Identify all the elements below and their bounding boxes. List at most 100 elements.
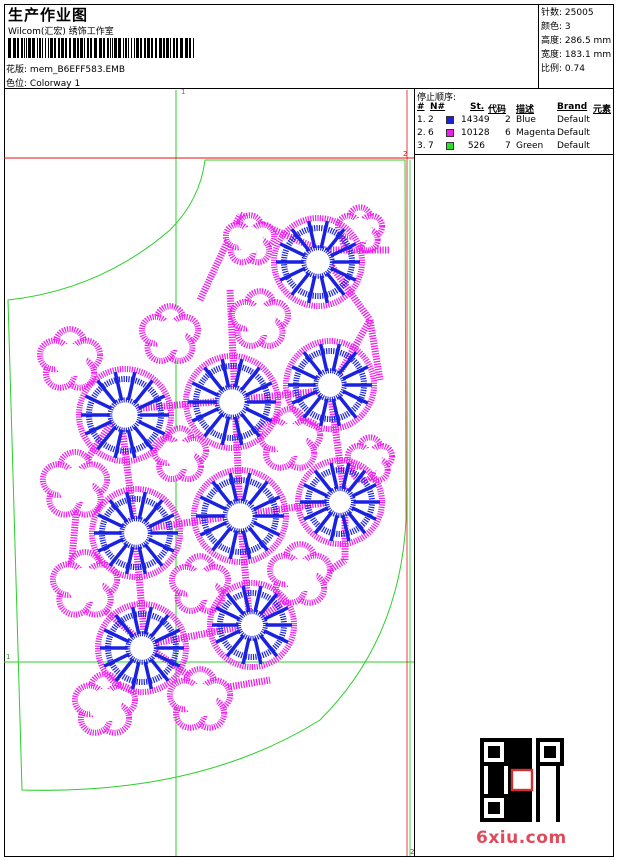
qr-module [556,786,560,790]
qr-module [556,798,560,802]
qr-module [536,778,540,782]
medallion-spoke [319,275,330,304]
qr-module [528,810,532,814]
medallion-spoke [191,406,220,423]
qr-module [480,774,484,778]
flower-center [244,304,276,336]
qr-module [516,750,520,754]
guide-marker-top: 1 [181,88,186,96]
qr-module [528,802,532,806]
qr-module [528,806,532,810]
qr-module [488,770,492,774]
qr-module [480,770,484,774]
qr-module [508,814,512,818]
qr-module [516,810,520,814]
qr-module [524,742,528,746]
medallion-spoke [130,606,141,635]
medallion-spoke [124,546,135,575]
qr-module [508,754,512,758]
medallion-spoke [113,371,124,401]
qr-module [508,806,512,810]
qr-module [512,758,516,762]
medallion-spoke [244,381,273,398]
qr-module [536,802,540,806]
qr-module [488,774,492,778]
qr-module [528,754,532,758]
qr-module [492,774,496,778]
medallion-spoke [143,661,154,690]
qr-module [524,754,528,758]
qr-module [500,790,504,794]
qr-module [496,778,500,782]
qr-module [536,798,540,802]
qr-module [496,782,500,786]
qr-module [492,770,496,774]
medallion-spoke [143,543,164,567]
blue-medallion [89,486,183,580]
medallion-eye [126,523,146,543]
qr-module [496,774,500,778]
qr-module [520,762,524,766]
flower-center [88,688,122,722]
qr-module [528,738,532,742]
guide-marker-left: 1 [6,653,11,661]
magenta-flower [36,326,104,391]
qr-module [512,806,516,810]
qr-module [508,758,512,762]
qr-module [512,814,516,818]
qr-module [556,806,560,810]
qr-module [556,818,560,822]
qr-module [496,786,500,790]
flower-center [236,226,264,254]
medallion-spoke [306,220,317,249]
medallion-spoke [253,637,263,665]
magenta-flower [39,449,111,518]
medallion-spoke [306,275,317,304]
qr-module [528,758,532,762]
qr-module [480,766,484,770]
medallion-spoke [318,398,329,427]
flower-center [283,558,317,592]
medallion-spoke [130,661,141,690]
magenta-flower [71,671,139,736]
medallion-spoke [137,491,148,520]
medallion-spoke [342,365,369,381]
qr-module [536,766,540,770]
qr-module [480,778,484,782]
qr-module [492,786,496,790]
qr-module [528,742,532,746]
qr-module [520,750,524,754]
qr-module [500,774,504,778]
flower-center [67,567,103,603]
qr-module [536,818,540,822]
qr-module [512,810,516,814]
qr-module [524,762,528,766]
qr-module [556,782,560,786]
qr-module [520,738,524,742]
qr-module [556,810,560,814]
qr-module [496,766,500,770]
medallion-spoke [225,592,245,616]
qr-module [536,782,540,786]
qr-module [556,802,560,806]
qr-module [536,794,540,798]
magenta-flower [266,541,334,606]
blue-medallion [295,457,385,547]
qr-module [516,754,520,758]
medallion-spoke [220,358,231,388]
magenta-flower [49,549,121,618]
medallion-eye [229,505,251,527]
qr-finder-core [544,746,556,758]
qr-module [516,762,520,766]
qr-module [556,766,560,770]
flower-center [183,683,217,717]
qr-module [524,814,528,818]
medallion-eye [221,391,243,413]
qr-module [480,790,484,794]
qr-module [492,778,496,782]
qr-module [520,806,524,810]
qr-module [500,782,504,786]
qr-module [500,770,504,774]
medallion-spoke [126,429,137,459]
qr-module [516,742,520,746]
